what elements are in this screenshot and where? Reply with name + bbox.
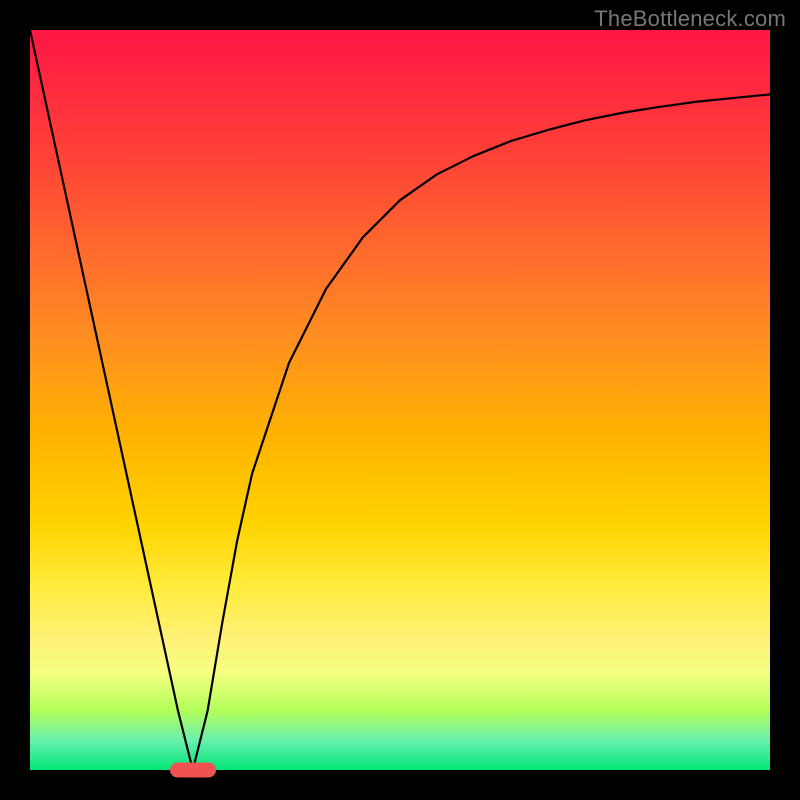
min-marker xyxy=(170,763,216,778)
bottleneck-curve xyxy=(30,30,770,770)
plot-area xyxy=(30,30,770,770)
curve-svg xyxy=(30,30,770,770)
watermark-text: TheBottleneck.com xyxy=(594,6,786,32)
chart-frame: TheBottleneck.com xyxy=(0,0,800,800)
